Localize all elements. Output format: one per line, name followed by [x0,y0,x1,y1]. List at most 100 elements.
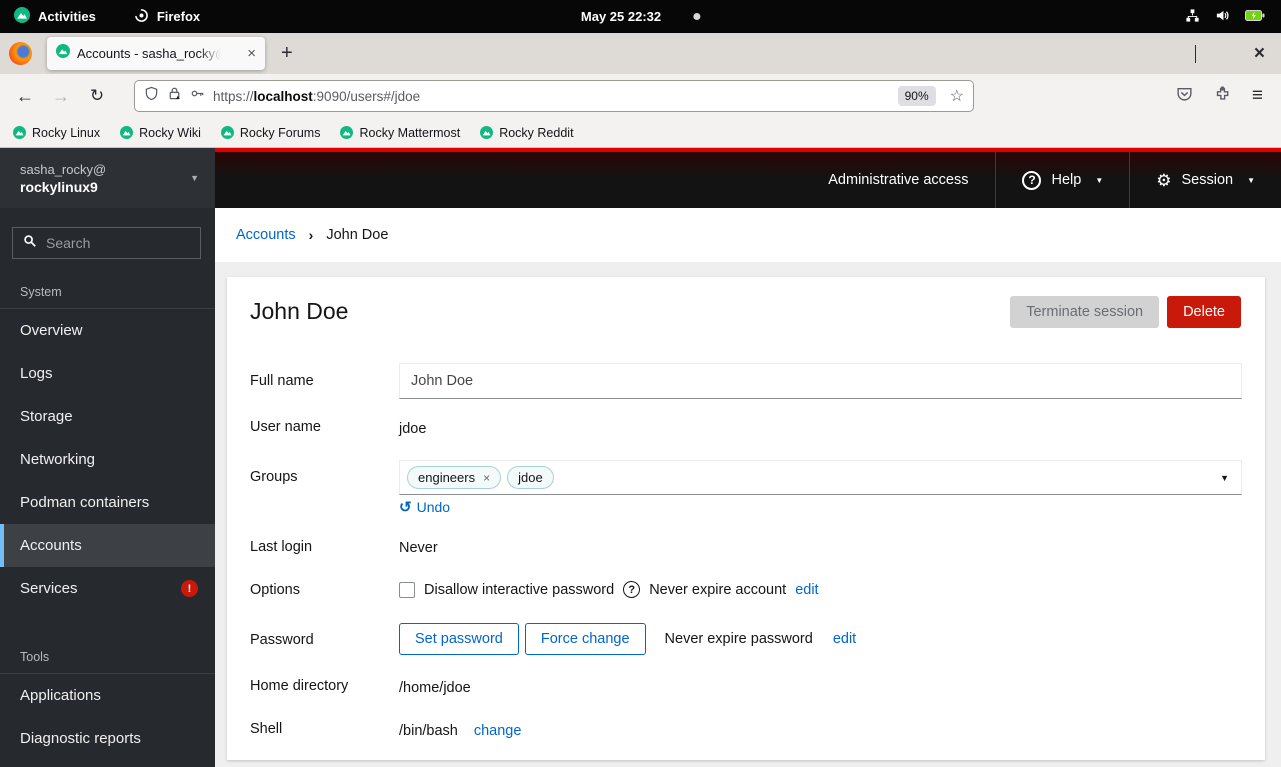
firefox-tab-strip: Accounts - sasha_rocky@ × + × [0,33,1281,74]
terminate-session-button[interactable]: Terminate session [1010,296,1160,328]
screen: Activities Firefox May 25 22:32 Accounts… [0,0,1281,767]
bookmark-rocky-mattermost[interactable]: Rocky Mattermost [340,126,460,140]
tab-close-icon[interactable]: × [247,46,256,61]
volume-icon [1215,8,1230,26]
delete-button[interactable]: Delete [1167,296,1241,328]
sidebar-item-accounts[interactable]: Accounts [0,524,215,567]
hamburger-menu-icon[interactable]: ≡ [1252,85,1263,107]
bookmark-rocky-forums[interactable]: Rocky Forums [220,126,320,140]
force-change-button[interactable]: Force change [524,623,646,655]
undo-link[interactable]: ↺ Undo [399,498,450,516]
notification-dot [693,13,701,20]
sidebar-item-networking[interactable]: Networking [0,438,215,481]
sidebar-item-diagnostic-reports[interactable]: Diagnostic reports [0,717,215,760]
gnome-top-bar: Activities Firefox May 25 22:32 [0,0,1281,33]
firefox-app-icon [9,42,32,65]
home-directory-value: /home/jdoe [399,680,471,696]
cockpit-masthead: Administrative access ? Help ▼ ⚙ Session… [215,148,1281,208]
last-login-label: Last login [250,539,313,555]
full-name-input[interactable] [399,363,1242,399]
sidebar-section-tools: Tools [0,610,215,674]
back-button[interactable]: ← [14,86,36,107]
window-close-icon[interactable]: × [1254,44,1265,63]
last-login-value: Never [399,540,438,556]
activities-label: Activities [38,9,96,24]
new-tab-button[interactable]: + [281,42,293,65]
tab-favicon-rocky [56,44,70,63]
zoom-level-badge[interactable]: 90% [897,86,936,106]
shell-change-link[interactable]: change [474,723,522,739]
sidebar-item-storage[interactable]: Storage [0,395,215,438]
main-content: John Doe Terminate session Delete Full n… [215,262,1281,767]
groups-label: Groups [250,469,298,485]
services-alert-badge: ! [181,580,198,597]
bookmark-rocky-reddit[interactable]: Rocky Reddit [480,126,574,140]
gear-icon: ⚙ [1156,170,1172,190]
question-circle-icon[interactable]: ? [623,581,641,598]
clock-button[interactable]: May 25 22:32 [580,9,701,24]
focused-app-menu[interactable]: Firefox [134,8,200,26]
remove-group-icon[interactable]: × [483,472,490,484]
session-menu-button[interactable]: ⚙ Session ▼ [1130,152,1281,208]
home-directory-label: Home directory [250,678,349,694]
shield-icon[interactable] [144,86,159,106]
sidebar-item-logs[interactable]: Logs [0,352,215,395]
full-name-label: Full name [250,373,314,389]
disallow-password-label: Disallow interactive password [424,581,615,598]
browser-tab-accounts[interactable]: Accounts - sasha_rocky@ × [47,37,265,70]
key-icon[interactable] [190,86,205,106]
administrative-access-label[interactable]: Administrative access [828,172,995,188]
activities-button[interactable]: Activities [0,7,96,26]
host-switcher[interactable]: sasha_rocky@ rockylinux9 ▼ [0,148,215,208]
firefox-toolbar: ← → ↻ https://localhost:9090/users#/jdoe… [0,74,1281,118]
account-details-card: John Doe Terminate session Delete Full n… [227,277,1265,760]
url-text: https://localhost:9090/users#/jdoe [213,88,421,104]
help-menu-button[interactable]: ? Help ▼ [996,152,1129,208]
lock-warning-icon[interactable] [167,86,182,106]
search-icon [23,234,37,253]
disallow-password-checkbox[interactable] [399,581,415,598]
sidebar-search[interactable] [12,227,201,259]
sidebar-item-services[interactable]: Services ! [0,567,215,610]
breadcrumb: Accounts › John Doe [215,208,1281,262]
pocket-icon[interactable] [1176,85,1193,107]
reload-button[interactable]: ↻ [86,86,108,106]
group-chip-engineers: engineers × [407,466,502,489]
tab-title: Accounts - sasha_rocky@ [77,46,225,61]
help-question-icon: ? [1022,170,1042,190]
url-bar[interactable]: https://localhost:9090/users#/jdoe 90% ☆ [134,80,974,112]
shell-value: /bin/bash [399,723,458,739]
cockpit-sidebar: sasha_rocky@ rockylinux9 ▼ System Overvi… [0,148,215,767]
group-chip-jdoe: jdoe [507,466,554,489]
extensions-puzzle-icon[interactable] [1214,85,1231,107]
search-input[interactable] [46,235,190,251]
host-name-label: rockylinux9 [20,178,98,195]
rocky-distro-icon [14,7,30,26]
account-expire-edit-link[interactable]: edit [795,582,818,598]
sidebar-item-applications[interactable]: Applications [0,674,215,717]
groups-field[interactable]: engineers × jdoe ▼ [399,460,1242,495]
list-tabs-chevron-icon[interactable] [1194,44,1196,63]
sidebar-item-podman-containers[interactable]: Podman containers [0,481,215,524]
focused-app-label: Firefox [156,9,201,24]
forward-button[interactable]: → [50,86,72,107]
sidebar-item-overview[interactable]: Overview [0,309,215,352]
never-expire-password-text: Never expire password [664,631,813,647]
bookmark-star-icon[interactable]: ☆ [950,86,964,106]
password-expire-edit-link[interactable]: edit [833,631,856,647]
breadcrumb-current: John Doe [326,227,389,243]
host-user-label: sasha_rocky@ [20,161,107,177]
bookmark-rocky-wiki[interactable]: Rocky Wiki [120,126,201,140]
session-caret-icon: ▼ [1247,175,1255,185]
clock-label: May 25 22:32 [580,9,662,24]
groups-dropdown-caret-icon[interactable]: ▼ [1220,473,1229,483]
user-name-label: User name [250,419,321,435]
options-label: Options [250,582,300,598]
firefox-mono-icon [134,8,149,26]
breadcrumb-accounts-link[interactable]: Accounts [236,227,296,243]
bookmark-rocky-linux[interactable]: Rocky Linux [13,126,100,140]
never-expire-account-text: Never expire account [649,581,787,598]
battery-icon [1245,9,1265,25]
set-password-button[interactable]: Set password [399,623,519,655]
system-status-area[interactable] [1185,8,1281,26]
